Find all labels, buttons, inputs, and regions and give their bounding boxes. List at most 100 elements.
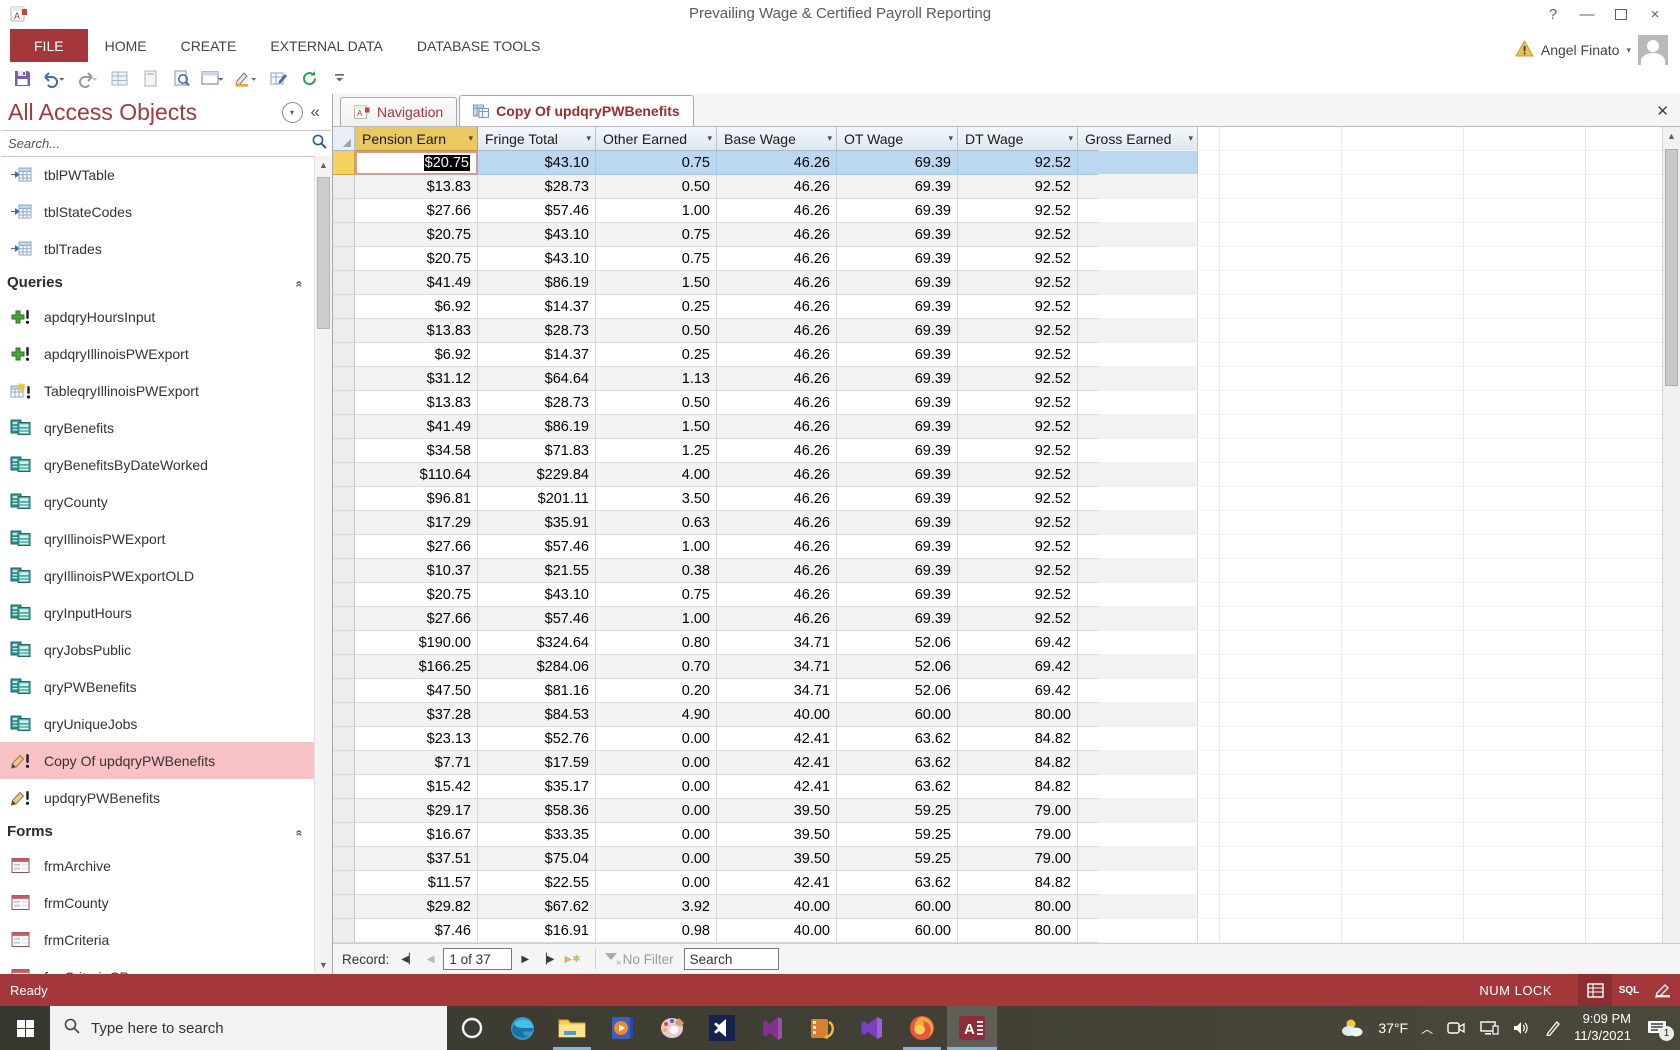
cell[interactable]: $47.50 <box>355 679 478 703</box>
datasheet-vertical-scrollbar[interactable]: ▲ <box>1662 127 1680 943</box>
previous-record-button[interactable]: ◀ <box>422 954 440 965</box>
cell[interactable]: 0.00 <box>596 751 717 775</box>
cell[interactable]: $13.83 <box>355 319 478 343</box>
cell[interactable]: $43.10 <box>478 247 596 271</box>
cell[interactable]: 46.26 <box>717 223 837 247</box>
collapse-group-icon[interactable]: « <box>293 280 307 285</box>
nav-item-Copy Of updqryPWBenefits[interactable]: Copy Of updqryPWBenefits <box>0 742 315 779</box>
cell[interactable]: 0.25 <box>596 295 717 319</box>
cell[interactable]: 59.25 <box>837 823 958 847</box>
cell[interactable]: 80.00 <box>958 895 1078 919</box>
cell[interactable]: 92.52 <box>958 151 1078 175</box>
no-filter-indicator[interactable]: No Filter <box>604 952 674 969</box>
cell[interactable]: 3.50 <box>596 487 717 511</box>
cell[interactable]: 52.06 <box>837 679 958 703</box>
help-button[interactable]: ? <box>1536 0 1570 29</box>
column-dropdown-icon[interactable]: ▾ <box>586 133 591 144</box>
cell[interactable]: 0.75 <box>596 247 717 271</box>
cell[interactable]: 1.50 <box>596 271 717 295</box>
record-selector[interactable] <box>333 199 355 223</box>
cell[interactable]: 80.00 <box>958 703 1078 727</box>
nav-search-bar[interactable]: Search... <box>1 130 331 157</box>
switch-window-button[interactable] <box>198 66 228 90</box>
cell[interactable]: 92.52 <box>958 271 1078 295</box>
cell[interactable]: 92.52 <box>958 175 1078 199</box>
cell[interactable]: 92.52 <box>958 535 1078 559</box>
record-selector[interactable] <box>333 511 355 535</box>
cell[interactable]: 0.80 <box>596 631 717 655</box>
cell[interactable]: 92.52 <box>958 343 1078 367</box>
nav-item-frmCounty[interactable]: frmCounty <box>0 884 315 921</box>
nav-group-header-queries[interactable]: Queries « <box>0 267 315 298</box>
cell[interactable]: $16.91 <box>478 919 596 943</box>
nav-item-updqryPWBenefits[interactable]: updqryPWBenefits <box>0 779 315 816</box>
account-block[interactable]: Angel Finato ▾ <box>1515 33 1668 67</box>
cell[interactable]: 52.06 <box>837 631 958 655</box>
close-button[interactable]: × <box>1638 0 1672 29</box>
cell[interactable]: 69.39 <box>837 223 958 247</box>
cell[interactable]: $28.73 <box>478 391 596 415</box>
notification-center-icon[interactable]: 1 <box>1644 1017 1674 1041</box>
cell[interactable]: 1.25 <box>596 439 717 463</box>
cell[interactable]: $110.64 <box>355 463 478 487</box>
start-button[interactable] <box>0 1006 50 1050</box>
record-selector[interactable] <box>333 295 355 319</box>
cell[interactable]: 69.42 <box>958 679 1078 703</box>
cell[interactable]: $7.71 <box>355 751 478 775</box>
record-selector[interactable] <box>333 703 355 727</box>
record-selector[interactable] <box>333 439 355 463</box>
cell[interactable]: $86.19 <box>478 415 596 439</box>
record-selector[interactable] <box>333 463 355 487</box>
cell[interactable]: 84.82 <box>958 727 1078 751</box>
cell[interactable]: 0.00 <box>596 799 717 823</box>
nav-item-frmCriteriaCP[interactable]: frmCriteriaCP <box>0 958 315 974</box>
cell[interactable]: 69.39 <box>837 391 958 415</box>
cell[interactable]: 92.52 <box>958 319 1078 343</box>
cell[interactable]: 59.25 <box>837 799 958 823</box>
column-header-pension-earn[interactable]: Pension Earn ▾ <box>355 127 478 151</box>
tab-navigation-form[interactable]: A Navigation <box>340 97 458 126</box>
column-dropdown-icon[interactable]: ▾ <box>827 133 832 144</box>
record-selector[interactable] <box>333 559 355 583</box>
cell[interactable]: 0.20 <box>596 679 717 703</box>
cell[interactable]: $64.64 <box>478 367 596 391</box>
cell[interactable]: 42.41 <box>717 727 837 751</box>
cell[interactable]: 69.39 <box>837 463 958 487</box>
search-icon[interactable] <box>311 133 328 155</box>
cell[interactable]: $67.62 <box>478 895 596 919</box>
column-header-fringe-total[interactable]: Fringe Total ▾ <box>478 127 596 151</box>
save-button[interactable] <box>8 66 36 90</box>
cell[interactable]: $34.58 <box>355 439 478 463</box>
record-selector[interactable] <box>333 415 355 439</box>
cell[interactable]: 0.75 <box>596 223 717 247</box>
cell[interactable]: 63.62 <box>837 751 958 775</box>
cell[interactable]: 69.39 <box>837 175 958 199</box>
network-icon[interactable] <box>1479 1020 1499 1036</box>
column-dropdown-icon[interactable]: ▾ <box>1068 133 1073 144</box>
cell[interactable]: 92.52 <box>958 367 1078 391</box>
cell[interactable]: 69.39 <box>837 319 958 343</box>
cell[interactable]: 92.52 <box>958 439 1078 463</box>
visual-studio-purple-taskbar-icon[interactable] <box>747 1006 797 1050</box>
cell[interactable]: $75.04 <box>478 847 596 871</box>
cell[interactable]: 46.26 <box>717 463 837 487</box>
cell[interactable]: $71.83 <box>478 439 596 463</box>
nav-group-header-forms[interactable]: Forms « <box>0 816 315 847</box>
cell[interactable]: $43.10 <box>478 223 596 247</box>
cell[interactable]: $43.10 <box>478 583 596 607</box>
column-dropdown-icon[interactable]: ▾ <box>948 133 953 144</box>
cell[interactable]: 1.00 <box>596 607 717 631</box>
nav-item-qryJobsPublic[interactable]: qryJobsPublic <box>0 631 315 668</box>
edit-datasheet-button[interactable] <box>264 66 292 90</box>
cell[interactable]: 40.00 <box>717 919 837 943</box>
record-selector[interactable] <box>333 535 355 559</box>
cell[interactable]: $13.83 <box>355 175 478 199</box>
cell[interactable]: 46.26 <box>717 583 837 607</box>
cell[interactable]: $7.46 <box>355 919 478 943</box>
record-selector[interactable] <box>333 823 355 847</box>
volume-icon[interactable] <box>1512 1020 1532 1036</box>
cell[interactable]: $31.12 <box>355 367 478 391</box>
cell[interactable]: 46.26 <box>717 271 837 295</box>
nav-item-tblStateCodes[interactable]: tblStateCodes <box>0 193 315 230</box>
cell[interactable]: $17.59 <box>478 751 596 775</box>
